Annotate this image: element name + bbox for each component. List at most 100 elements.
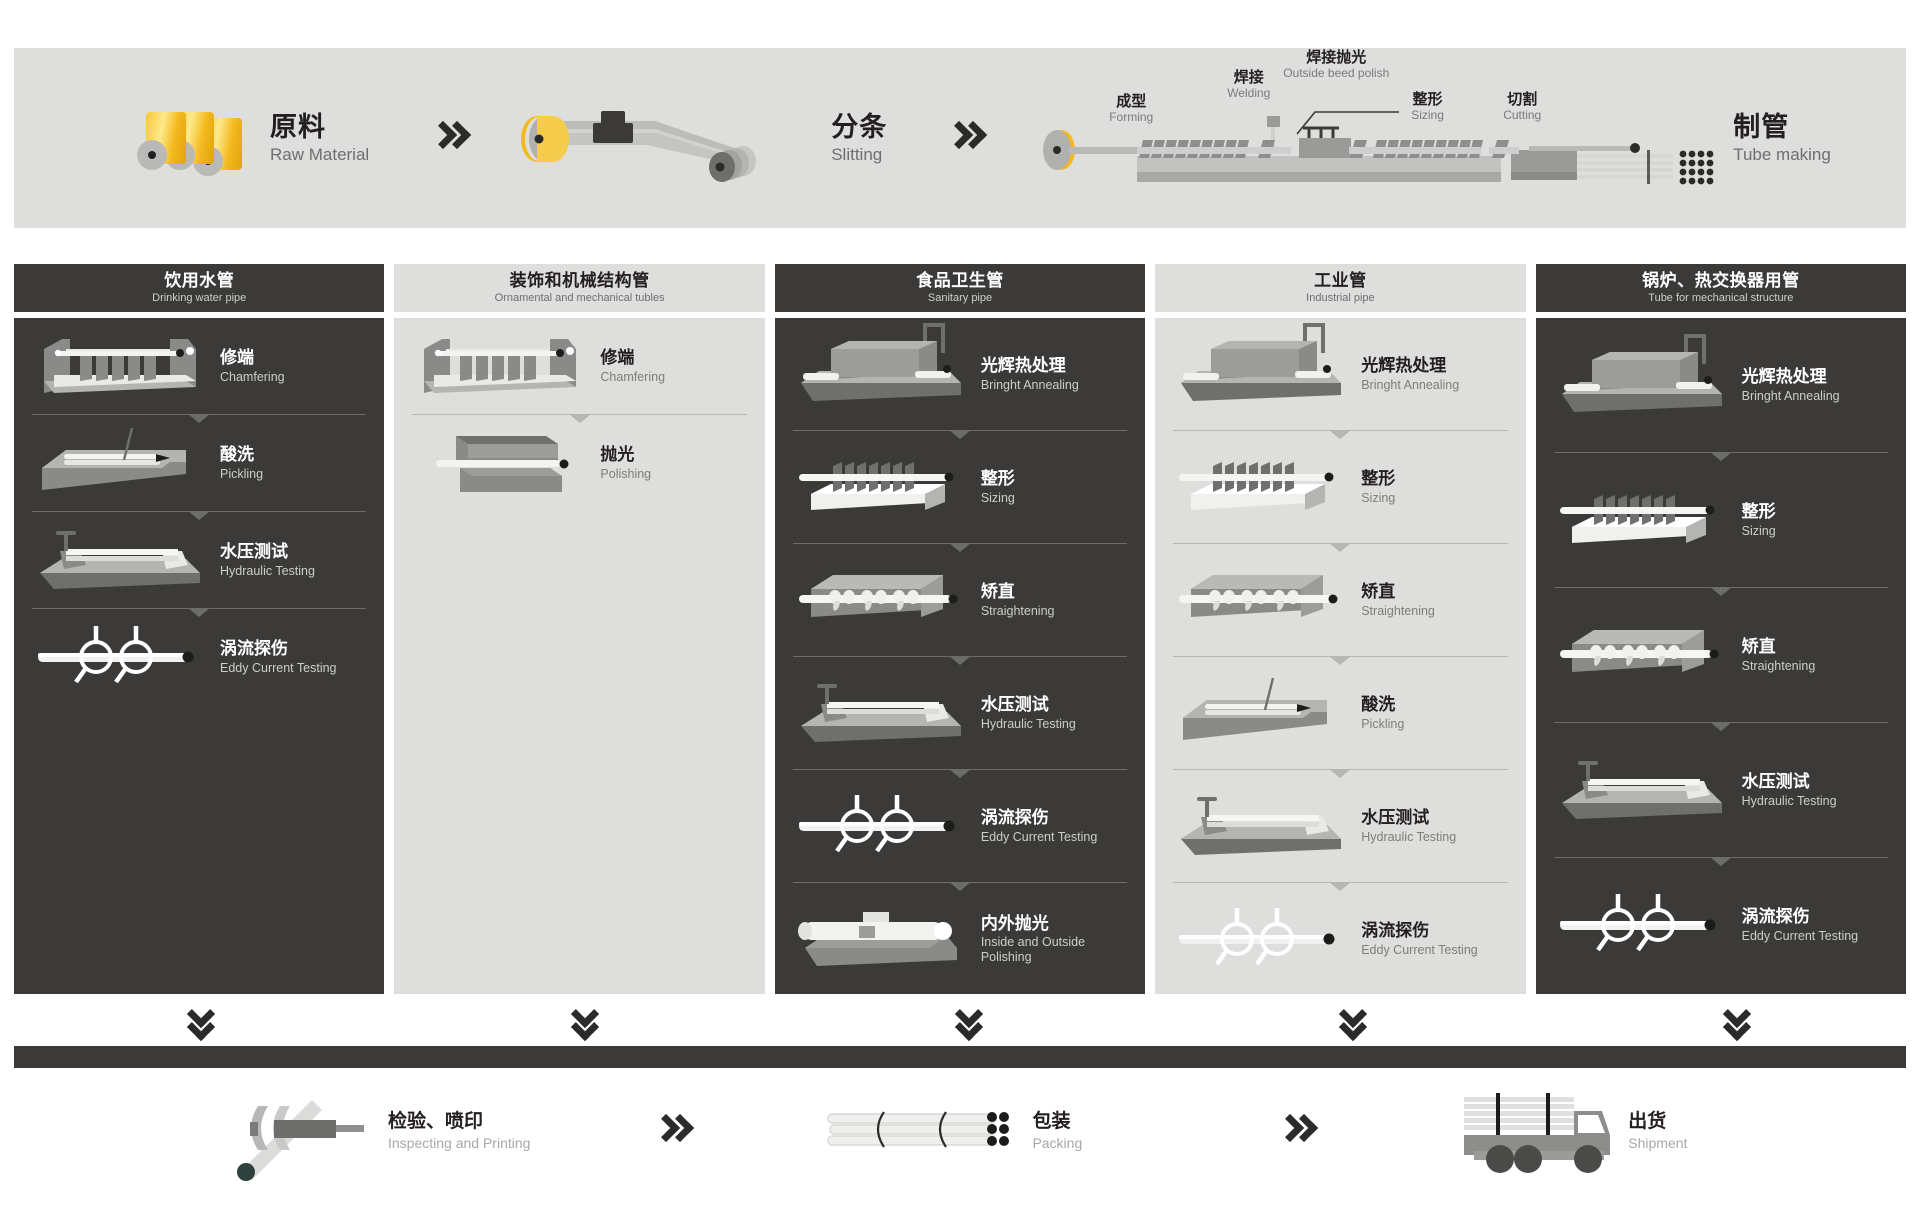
step-label-cn: 酸洗 [1361,695,1396,715]
process-step[interactable]: 涡流探伤 Eddy Current Testing [775,770,1145,882]
step-label-cn: 光辉热处理 [1741,367,1827,387]
process-step[interactable]: 整形 Sizing [1155,431,1525,543]
tube-label-en: Forming [1109,109,1154,124]
step-label-en: Straightening [1361,603,1435,618]
process-step[interactable]: 内外抛光 Inside and Outside Polishing [775,883,1145,995]
column-steps-5: 光辉热处理 Bringht Annealing 整形 Sizing 矫直 Str… [1535,318,1907,994]
delivery-truck-icon [1464,1093,1611,1173]
step-label-en: Sizing [980,490,1015,505]
step-label-en: Eddy Current Testing [1361,942,1478,957]
process-step[interactable]: 酸洗 Pickling [1155,657,1525,769]
process-step[interactable]: 矫直 Straightening [1536,588,1906,722]
process-step[interactable]: 光辉热处理 Bringht Annealing [1155,318,1525,430]
double-chevron-down-icon [184,1004,220,1038]
tube-label-en: Sizing [1411,107,1444,122]
step-label: 抛光 Polishing [600,445,651,481]
step-label-en: Straightening [980,603,1055,618]
stage-en: Shipment [1628,1134,1688,1151]
hydraulic-tester-icon [1554,753,1730,827]
step-label-cn: 涡流探伤 [1361,921,1430,941]
step-label: 矫直 Straightening [1742,637,1816,673]
bottom-row: 检验、喷印 Inspecting and Printing 包装 Packing… [14,1068,1906,1194]
process-step[interactable]: 水压测试 Hydraulic Testing [14,512,384,608]
step-label: 整形 Sizing [1361,469,1395,505]
tube-label-sizing: 整形 Sizing [1411,91,1444,122]
process-step[interactable]: 整形 Sizing [775,431,1145,543]
polishing-machine-icon [412,426,588,500]
caliper-icon [237,1100,364,1181]
step-label-en: Hydraulic Testing [1741,793,1837,808]
process-column-3: 食品卫生管 Sanitary pipe 光辉热处理 Bringht Annealin… [774,264,1146,995]
eddy-current-coil-icon [32,620,208,694]
double-chevron-down-icon [952,1004,988,1038]
column-header-5: 锅炉、热交换器用管 Tube for mechanical structure [1535,264,1907,312]
chamfering-machine-icon [412,329,588,403]
eddy-current-coil-icon [1554,888,1730,962]
step-label: 酸洗 Pickling [1361,695,1404,731]
process-step[interactable]: 酸洗 Pickling [14,415,384,511]
step-label: 整形 Sizing [1742,502,1776,538]
step-label-cn: 矫直 [980,582,1015,602]
column-title-en: Tube for mechanical structure [1648,291,1794,304]
column-steps-3: 光辉热处理 Bringht Annealing 整形 Sizing 矫直 Str… [774,318,1146,995]
step-label-cn: 涡流探伤 [1741,907,1810,927]
step-label-cn: 光辉热处理 [980,356,1066,376]
process-step[interactable]: 涡流探伤 Eddy Current Testing [1155,883,1525,995]
process-step[interactable]: 光辉热处理 Bringht Annealing [1536,318,1906,452]
step-label-en: Sizing [1741,523,1776,538]
process-columns: 饮用水管 Drinking water pipe 修端 Chamfering 酸… [14,264,1907,995]
process-step[interactable]: 矫直 Straightening [775,544,1145,656]
column-title-en: Drinking water pipe [152,291,247,304]
double-chevron-down-icon [1336,1004,1372,1038]
stage-cn: 包装 [1032,1111,1071,1133]
process-step[interactable]: 修端 Chamfering [14,318,384,414]
sizing-rollers-icon [793,450,969,524]
column-title-en: Sanitary pipe [927,291,993,304]
stage-label-shipment: 出货 Shipment [1628,1111,1687,1151]
step-label: 矫直 Straightening [1361,582,1435,618]
process-step[interactable]: 水压测试 Hydraulic Testing [1155,770,1525,882]
slitting-machine-icon [515,99,805,182]
step-label-en: Straightening [1741,658,1816,673]
double-chevron-right-icon [1274,1108,1320,1154]
double-chevron-right-icon [427,115,473,161]
eddy-current-coil-icon [1173,902,1349,976]
tube-bundle-icon [827,1111,1010,1148]
process-step[interactable]: 涡流探伤 Eddy Current Testing [1536,858,1906,992]
step-label-cn: 整形 [980,469,1015,489]
column-title-en: Industrial pipe [1306,291,1375,304]
step-label: 光辉热处理 Bringht Annealing [1361,356,1459,392]
step-label: 光辉热处理 Bringht Annealing [981,356,1079,392]
step-label-en: Hydraulic Testing [220,563,315,578]
column-title-cn: 食品卫生管 [916,270,1004,290]
process-step[interactable]: 整形 Sizing [1536,453,1906,587]
stage-en: Slitting [831,144,883,164]
step-label-cn: 修端 [220,348,254,368]
straightening-machine-icon [1173,563,1349,637]
tube-label-en: Outside beed polish [1283,65,1390,80]
process-step[interactable]: 水压测试 Hydraulic Testing [1536,723,1906,857]
column-title-cn: 工业管 [1314,270,1367,290]
step-label: 光辉热处理 Bringht Annealing [1742,367,1840,403]
chamfering-machine-icon [32,329,208,403]
process-step[interactable]: 抛光 Polishing [394,415,764,511]
step-label-cn: 水压测试 [1361,808,1430,828]
tube-label-cn: 焊接 [1233,69,1264,86]
step-label: 水压测试 Hydraulic Testing [1361,808,1456,844]
step-label-en: Inside and Outside Polishing [980,935,1086,964]
stage-cn: 分条 [831,112,888,143]
step-label-cn: 整形 [1741,502,1776,522]
step-label-cn: 抛光 [600,445,635,465]
step-label-cn: 修端 [600,348,635,368]
process-step[interactable]: 修端 Chamfering [394,318,764,414]
step-label: 水压测试 Hydraulic Testing [220,542,315,578]
process-step[interactable]: 水压测试 Hydraulic Testing [775,657,1145,769]
step-label: 涡流探伤 Eddy Current Testing [1361,921,1478,957]
process-step[interactable]: 涡流探伤 Eddy Current Testing [14,609,384,705]
stage-cn: 原料 [270,112,326,143]
process-step[interactable]: 矫直 Straightening [1155,544,1525,656]
bright-annealing-furnace-icon [793,323,969,411]
column-title-cn: 锅炉、热交换器用管 [1642,270,1800,290]
process-step[interactable]: 光辉热处理 Bringht Annealing [775,318,1145,430]
step-label-en: Pickling [1361,716,1405,731]
